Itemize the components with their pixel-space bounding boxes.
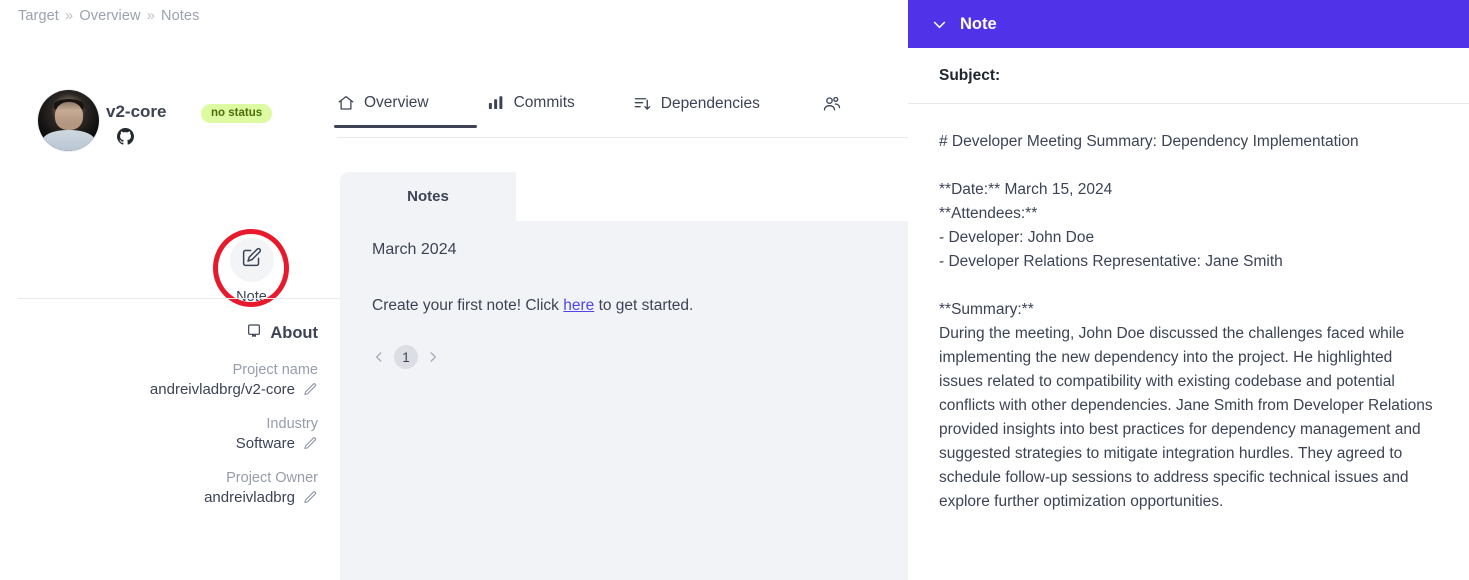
note-side-panel: Note Subject: # Developer Meeting Summar… xyxy=(908,0,1469,580)
tab-people[interactable] xyxy=(822,92,842,130)
about-value-wrap: andreivladbrg/v2-core xyxy=(0,381,318,398)
about-heading: About xyxy=(0,323,318,344)
sidebar-divider xyxy=(18,298,340,299)
sort-arrow-icon xyxy=(633,94,652,113)
avatar-face xyxy=(54,102,83,131)
breadcrumb-item-target[interactable]: Target xyxy=(18,8,59,24)
project-name-heading: v2-core xyxy=(106,102,167,121)
about-value-wrap: andreivladbrg xyxy=(0,489,318,506)
notes-empty-suffix: to get started. xyxy=(594,297,694,314)
notes-tab-bar: Notes xyxy=(340,172,908,221)
tab-dependencies-label: Dependencies xyxy=(660,94,760,112)
notes-empty-state: Create your first note! Click here to ge… xyxy=(372,297,908,315)
people-icon xyxy=(822,94,842,114)
breadcrumb-item-overview[interactable]: Overview xyxy=(79,8,140,24)
create-note-link[interactable]: here xyxy=(563,297,594,314)
about-row-industry: Industry Software xyxy=(0,416,318,452)
notes-month-heading: March 2024 xyxy=(372,241,457,258)
note-panel-header[interactable]: Note xyxy=(908,0,1469,48)
book-icon xyxy=(246,323,262,344)
home-icon xyxy=(337,94,355,112)
edit-square-icon xyxy=(241,247,262,273)
notes-panel: Notes March 2024 Create your first note!… xyxy=(340,172,908,580)
app-root: Target » Overview » Notes v2-core no sta… xyxy=(0,0,1469,580)
note-action-button[interactable]: Note xyxy=(216,238,287,305)
tab-commits-label: Commits xyxy=(513,94,575,111)
note-action-label: Note xyxy=(236,289,267,305)
note-subject-label: Subject: xyxy=(908,48,1469,104)
project-profile: v2-core no status xyxy=(0,60,340,151)
notes-tab[interactable]: Notes xyxy=(340,172,516,221)
about-value: andreivladbrg/v2-core xyxy=(149,381,295,398)
breadcrumb-separator: » xyxy=(65,8,74,24)
pencil-icon[interactable] xyxy=(303,490,318,505)
about-section: About Project name andreivladbrg/v2-core xyxy=(0,323,318,506)
tab-bar: Overview Commits Dependencies xyxy=(334,92,908,138)
tab-commits[interactable]: Commits xyxy=(487,92,575,128)
about-value: Software xyxy=(235,435,295,452)
avatar xyxy=(38,90,99,151)
pagination-page-1[interactable]: 1 xyxy=(394,345,418,369)
about-row-project-owner: Project Owner andreivladbrg xyxy=(0,470,318,506)
pagination: 1 xyxy=(370,345,908,369)
about-key: Industry xyxy=(266,416,318,432)
breadcrumb-separator: » xyxy=(146,8,155,24)
main-app-area: Target » Overview » Notes v2-core no sta… xyxy=(0,0,908,580)
tab-overview[interactable]: Overview xyxy=(334,92,477,128)
about-key: Project name xyxy=(232,362,318,378)
github-icon[interactable] xyxy=(117,128,134,150)
status-badge: no status xyxy=(201,104,273,123)
tab-overview-label: Overview xyxy=(364,94,429,111)
pencil-icon[interactable] xyxy=(303,382,318,397)
breadcrumb: Target » Overview » Notes xyxy=(18,8,199,24)
note-icon-circle[interactable] xyxy=(229,238,274,282)
notes-tabbar-filler xyxy=(516,172,908,221)
chevron-down-icon[interactable] xyxy=(931,16,948,33)
left-sidebar: v2-core no status Note About Project nam… xyxy=(0,60,340,580)
note-panel-title: Note xyxy=(960,14,997,33)
about-value-wrap: Software xyxy=(0,435,318,452)
note-body-text: # Developer Meeting Summary: Dependency … xyxy=(939,133,1433,510)
about-value: andreivladbrg xyxy=(204,489,295,506)
chevron-right-icon[interactable] xyxy=(424,348,442,366)
notes-empty-prefix: Create your first note! Click xyxy=(372,297,564,314)
about-title-label: About xyxy=(270,324,318,342)
chevron-left-icon[interactable] xyxy=(370,348,388,366)
avatar-body xyxy=(41,130,96,151)
pencil-icon[interactable] xyxy=(303,436,318,451)
bar-chart-icon xyxy=(487,94,505,112)
about-key: Project Owner xyxy=(226,470,318,486)
tab-dependencies[interactable]: Dependencies xyxy=(633,92,760,129)
about-row-project-name: Project name andreivladbrg/v2-core xyxy=(0,362,318,398)
breadcrumb-item-notes[interactable]: Notes xyxy=(161,8,199,24)
